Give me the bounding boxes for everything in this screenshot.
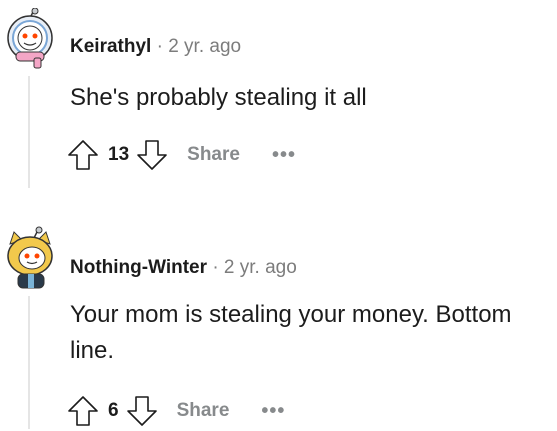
comment-body-line: She's probably stealing it all xyxy=(70,84,367,111)
more-options-button[interactable]: ••• xyxy=(261,400,285,423)
avatar[interactable] xyxy=(4,7,56,69)
snoo-avatar-doge-icon xyxy=(7,226,53,289)
comment-meta: Nothing-Winter · 2 yr. ago xyxy=(70,257,297,279)
comment-actions: 6 Share ••• xyxy=(64,391,285,431)
downvote-arrow-icon xyxy=(137,140,167,170)
vote-count: 6 xyxy=(108,400,119,421)
comment-actions: 13 Share ••• xyxy=(64,135,296,175)
comment-body: She's probably stealing it all xyxy=(70,80,367,116)
thread-line[interactable] xyxy=(28,76,30,188)
comment-author[interactable]: Keirathyl xyxy=(70,36,151,57)
downvote-button[interactable] xyxy=(133,136,171,174)
comment-body-line: Your mom is stealing your money. Bottom xyxy=(70,301,512,328)
vote-count: 13 xyxy=(108,144,130,165)
avatar[interactable] xyxy=(4,226,56,289)
snoo-avatar-winter-hood-icon xyxy=(7,7,53,69)
upvote-button[interactable] xyxy=(64,392,102,430)
upvote-arrow-icon xyxy=(68,140,98,170)
comment-body: Your mom is stealing your money. Bottom … xyxy=(70,297,512,369)
comment-time[interactable]: 2 yr. ago xyxy=(168,36,241,57)
downvote-button[interactable] xyxy=(123,392,161,430)
share-button[interactable]: Share xyxy=(177,400,230,422)
thread-line[interactable] xyxy=(28,296,30,429)
comment-body-line: line. xyxy=(70,337,115,364)
upvote-button[interactable] xyxy=(64,136,102,174)
comment-meta: Keirathyl · 2 yr. ago xyxy=(70,36,241,58)
downvote-arrow-icon xyxy=(126,396,157,426)
comment-author[interactable]: Nothing-Winter xyxy=(70,257,207,278)
comment-time[interactable]: 2 yr. ago xyxy=(224,257,297,278)
upvote-arrow-icon xyxy=(68,396,98,426)
share-button[interactable]: Share xyxy=(187,144,240,166)
more-options-button[interactable]: ••• xyxy=(272,144,296,167)
meta-separator: · xyxy=(212,257,219,278)
meta-separator: · xyxy=(156,36,163,57)
